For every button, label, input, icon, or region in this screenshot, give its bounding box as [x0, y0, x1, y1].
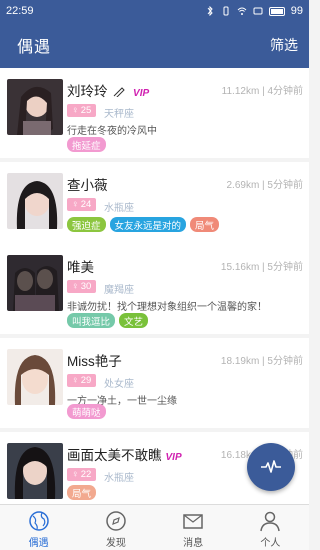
interest-tag: 萌萌哒: [67, 404, 106, 419]
battery-icon: [268, 6, 285, 16]
female-icon: ♀: [71, 199, 79, 210]
user-name: 画面太美不敢瞧 VIP: [67, 448, 182, 463]
interest-tag: 文艺: [119, 313, 149, 328]
interest-tag: 女友永远是对的: [109, 217, 187, 232]
female-icon: ♀: [71, 281, 79, 292]
interest-tag: 局气: [67, 485, 97, 500]
distance-time: 2.69km | 5分钟前: [226, 180, 303, 191]
age-badge: ♀ 30: [67, 280, 96, 293]
distance-time: 15.16km | 5分钟前: [220, 262, 303, 273]
user-name: 查小薇: [67, 178, 108, 193]
tab-messages[interactable]: 消息: [155, 505, 232, 550]
female-icon: ♀: [71, 105, 79, 116]
user-card[interactable]: 刘玲玲 VIP 11.12km | 4分钟前 ♀ 25 天秤座 行走在冬夜的冷风中…: [0, 68, 309, 158]
tab-label: 个人: [260, 538, 281, 549]
zodiac-label: 处女座: [104, 379, 134, 390]
vibrate-icon: [223, 6, 229, 16]
interest-tag: 叫我逗比: [67, 313, 116, 328]
zodiac-label: 魔羯座: [104, 285, 134, 296]
bottom-tab-bar: 偶遇 发现 消息 个人: [0, 504, 309, 550]
wifi-icon: [237, 7, 247, 15]
user-card[interactable]: Miss艳子 18.19km | 5分钟前 ♀ 29 处女座 一方一净土，一世一尘…: [0, 338, 309, 428]
activity-fab-button[interactable]: [247, 443, 295, 491]
avatar[interactable]: [7, 349, 63, 405]
tab-label: 偶遇: [28, 538, 49, 549]
user-list: 刘玲玲 VIP 11.12km | 4分钟前 ♀ 25 天秤座 行走在冬夜的冷风中…: [0, 68, 309, 504]
user-card[interactable]: 查小薇 2.69km | 5分钟前 ♀ 24 水瓶座 强迫症 女友永远是对的 局气: [0, 162, 309, 252]
user-name: 刘玲玲 VIP: [67, 84, 150, 99]
status-time: 22:59: [6, 5, 34, 17]
signature: 行走在冬夜的冷风中: [67, 126, 157, 137]
age-badge: ♀ 24: [67, 198, 96, 211]
interest-tag: 局气: [190, 217, 220, 232]
battery-level: 99: [290, 5, 303, 17]
tab-profile[interactable]: 个人: [232, 505, 309, 550]
signature: 非诚勿扰！找个理想对象组织一个温馨的家！: [67, 302, 267, 313]
globe-icon: [28, 511, 49, 531]
pulse-icon: [261, 460, 281, 473]
female-icon: ♀: [71, 469, 79, 480]
page-title: 偶遇: [17, 39, 52, 56]
vip-badge: VIP: [165, 452, 182, 463]
person-icon: [260, 511, 281, 532]
distance-time: 18.19km | 5分钟前: [220, 356, 303, 367]
filter-button[interactable]: 筛选: [270, 35, 298, 55]
age-badge: ♀ 22: [67, 468, 96, 481]
vip-badge: VIP: [133, 88, 150, 99]
zodiac-label: 天秤座: [104, 109, 134, 120]
interest-tag: 强迫症: [67, 217, 106, 232]
compass-icon: [106, 511, 126, 531]
tab-discover[interactable]: 发现: [77, 505, 154, 550]
avatar[interactable]: [7, 79, 63, 135]
avatar[interactable]: [7, 443, 63, 499]
user-name: 唯美: [67, 260, 94, 275]
mail-icon: [183, 514, 203, 529]
tab-label: 消息: [183, 538, 204, 549]
zodiac-label: 水瓶座: [104, 203, 134, 214]
interest-tag: 拖延症: [67, 137, 106, 152]
user-card[interactable]: 唯美 15.16km | 5分钟前 ♀ 30 魔羯座 非诚勿扰！找个理想对象组织一…: [0, 244, 309, 334]
top-bar: 偶遇 筛选: [0, 22, 309, 68]
pen-icon: [113, 87, 125, 99]
user-name: Miss艳子: [67, 354, 122, 369]
age-badge: ♀ 29: [67, 374, 96, 387]
status-bar: 22:59 99: [0, 0, 309, 22]
tab-label: 发现: [105, 538, 126, 549]
tab-encounter[interactable]: 偶遇: [0, 505, 77, 550]
zodiac-label: 水瓶座: [104, 473, 134, 484]
signal-icon: [253, 7, 263, 15]
avatar[interactable]: [7, 173, 63, 229]
avatar[interactable]: [7, 255, 63, 311]
female-icon: ♀: [71, 375, 79, 386]
age-badge: ♀ 25: [67, 104, 96, 117]
bluetooth-icon: [207, 6, 213, 16]
distance-time: 11.12km | 4分钟前: [221, 86, 303, 97]
